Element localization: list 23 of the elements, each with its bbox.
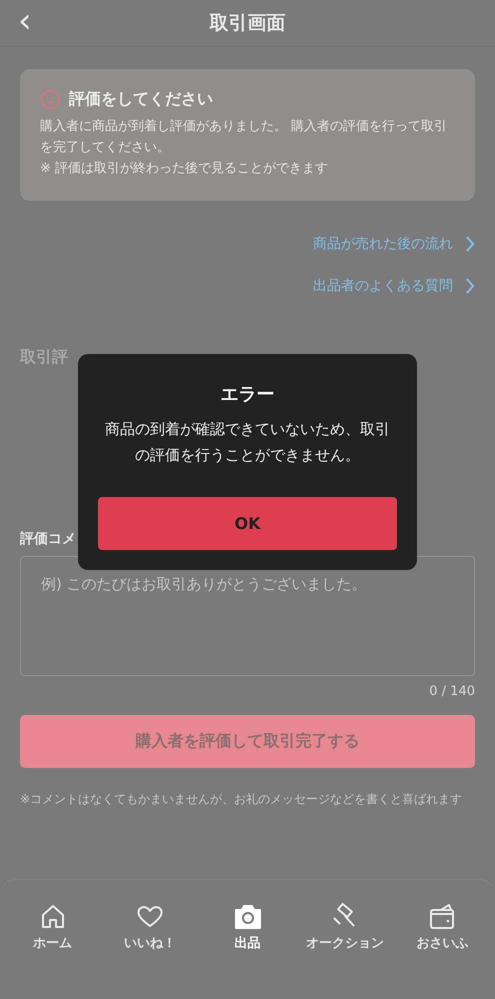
comment-field[interactable]: 例) このたびはお取引ありがとうございました。 [20,556,475,676]
help-link[interactable]: 出品者のよくある質問 [313,277,475,295]
screen-title: 取引画面 [210,11,286,36]
notice-text: 購入者に商品が到着し評価がありました。 購入者の評価を行って取引を完了してください。 [40,118,448,157]
tab-item[interactable]: オークション [296,902,394,999]
tab-item[interactable]: おさいふ [394,902,492,999]
smiley-icon [40,89,61,110]
help-link[interactable]: 商品が売れた後の流れ [313,235,475,253]
notice-note: ※ 評価は取引が終わった後で見ることができます [40,160,330,178]
chevron-icon [465,278,475,294]
tab-item[interactable]: いいね！ [101,902,199,999]
footnote: ※コメントはなくてもかまいませんが、お礼のメッセージなどを書くと喜ばれます [20,791,464,808]
notice-title: 評価をしてください [69,89,213,110]
comment-label: 評価コメ [20,530,77,548]
back-button[interactable]: ‹ [14,4,36,38]
dialog-message: 商品の到着が確認できていないため、取引の評価を行うことができません。 [104,419,391,466]
chevron-icon [465,236,475,252]
tab-item[interactable]: ホーム [4,902,102,999]
camera-icon [232,902,263,930]
ok-button[interactable]: OK [98,497,397,550]
dialog-title: エラー [220,383,274,406]
tab-item[interactable]: 出品 [198,902,296,999]
char-counter: 0 / 140 [429,684,475,699]
